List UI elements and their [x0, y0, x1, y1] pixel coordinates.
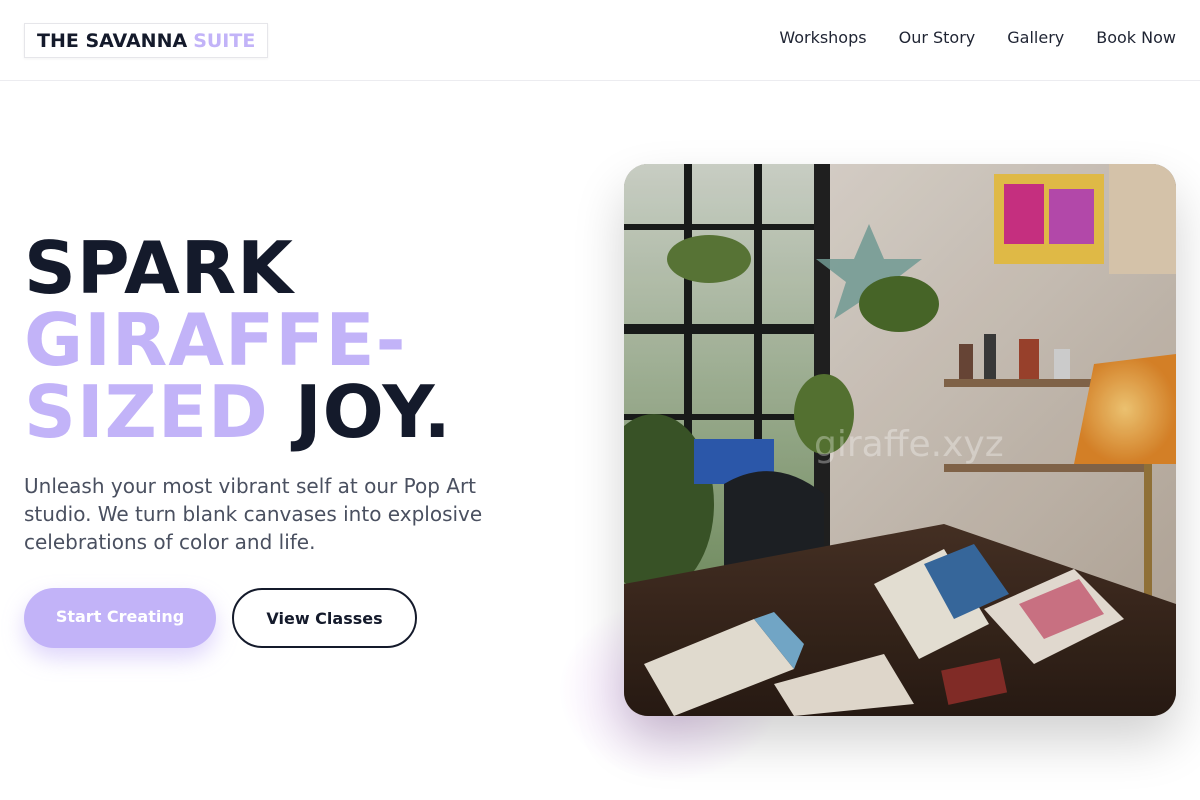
hero-title-dark-word: JOY. [294, 370, 452, 454]
nav-link-our-story[interactable]: Our Story [899, 28, 976, 47]
view-classes-button[interactable]: View Classes [232, 588, 417, 648]
main-nav: Workshops Our Story Gallery Book Now [779, 28, 1176, 47]
hero-tagline: Unleash your most vibrant self at our Po… [24, 474, 483, 554]
hero-title: SPARK GIRAFFE- SIZED JOY. [24, 232, 452, 448]
brand-name: THE SAVANNA [37, 29, 188, 52]
start-creating-button[interactable]: Start Creating [24, 588, 216, 648]
hero-title-line-1: SPARK [24, 226, 294, 310]
hero-title-accent-word: SIZED [24, 370, 269, 454]
brand-accent: SUITE [193, 29, 256, 52]
brand-logo[interactable]: THE SAVANNA SUITE [24, 23, 269, 58]
nav-link-book-now[interactable]: Book Now [1096, 28, 1176, 47]
image-watermark: giraffe.xyz [814, 424, 1004, 465]
nav-link-gallery[interactable]: Gallery [1007, 28, 1064, 47]
hero-title-line-3: SIZED JOY. [24, 376, 452, 448]
nav-link-workshops[interactable]: Workshops [779, 28, 866, 47]
hero-title-line-2: GIRAFFE- [24, 298, 407, 382]
site-header: THE SAVANNA SUITE Workshops Our Story Ga… [0, 0, 1200, 81]
hero-image: giraffe.xyz [624, 164, 1176, 716]
